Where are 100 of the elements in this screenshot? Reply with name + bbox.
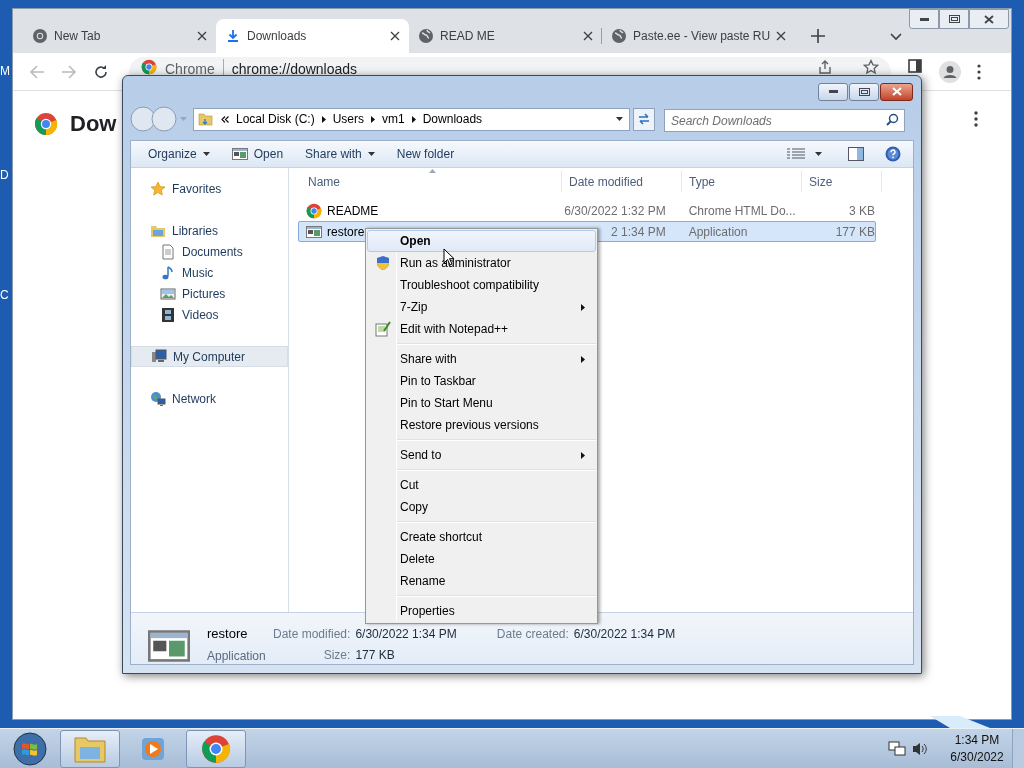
toolbar-button[interactable]: Organize [142, 143, 216, 165]
refresh-button[interactable] [633, 107, 655, 131]
caret-icon [815, 152, 822, 156]
chevrons-icon [221, 115, 229, 123]
star-outline-icon[interactable] [863, 59, 879, 75]
network-icon[interactable] [888, 740, 906, 757]
tab-title: READ ME [440, 28, 496, 45]
tab-title: Downloads [247, 28, 308, 45]
close-icon[interactable] [583, 31, 593, 41]
column-header[interactable]: Type [682, 171, 802, 192]
details-label: Date created: [496, 626, 569, 643]
breadcrumb-item[interactable]: Downloads [422, 110, 483, 128]
tab-title: Paste.ee - View paste RU [633, 28, 770, 45]
menu-item[interactable]: Rename [367, 570, 596, 592]
close-button[interactable] [969, 9, 1009, 29]
volume-icon[interactable] [912, 740, 928, 757]
details-label: Size: [323, 648, 351, 662]
toolbar-button[interactable]: New folder [390, 143, 461, 165]
browser-tab[interactable]: READ ME [409, 19, 602, 53]
close-button[interactable] [880, 82, 913, 101]
site-label: Chrome [165, 60, 215, 79]
help-icon[interactable] [885, 146, 901, 162]
music-note-icon [160, 264, 176, 281]
preview-pane-icon[interactable] [848, 147, 864, 161]
chrome-file-icon [306, 202, 322, 219]
column-header[interactable]: Name [301, 171, 562, 192]
menu-item[interactable]: Pin to Taskbar [367, 370, 596, 392]
nav-item[interactable]: Libraries [131, 220, 288, 241]
details-value: 177 KB [355, 647, 396, 664]
breadcrumb-item[interactable]: Local Disk (C:) [236, 110, 315, 128]
close-icon [984, 14, 994, 24]
menu-item[interactable]: Share with [367, 348, 596, 370]
toolbar-button[interactable]: Open [225, 143, 290, 165]
clock[interactable]: 1:34 PM 6/30/2022 [942, 731, 1012, 766]
more-menu-icon[interactable] [977, 63, 981, 80]
details-label: Date modified: [273, 627, 351, 641]
menu-item[interactable]: Edit with Notepad++ [367, 318, 596, 340]
close-icon[interactable] [197, 31, 207, 41]
side-panel-icon[interactable] [907, 58, 923, 74]
menu-item[interactable]: Restore previous versions [367, 414, 596, 436]
search-field[interactable]: Search Downloads [664, 109, 905, 132]
file-date: 2 1:34 PM [611, 224, 666, 239]
details-kind: Application [207, 647, 267, 664]
column-header[interactable]: Size [802, 171, 882, 192]
nav-item[interactable]: Network [131, 388, 288, 409]
more-menu-icon[interactable] [974, 111, 978, 127]
nav-item[interactable]: Videos [131, 304, 288, 325]
close-icon[interactable] [776, 31, 786, 41]
menu-item[interactable]: Copy [367, 496, 596, 518]
menu-item[interactable]: Cut [367, 474, 596, 496]
menu-item[interactable]: Open [367, 230, 596, 252]
notepad-icon [374, 321, 391, 337]
file-type: Chrome HTML Do... [688, 203, 796, 218]
minimize-icon [828, 90, 838, 93]
nav-item[interactable]: Favorites [131, 178, 288, 199]
reload-icon[interactable] [93, 63, 109, 80]
maximize-button[interactable] [939, 9, 969, 29]
film-icon [160, 306, 176, 323]
nav-item[interactable]: My Computer [131, 346, 288, 367]
menu-item[interactable]: Troubleshoot compatibility [367, 274, 596, 296]
minimize-button[interactable] [909, 9, 939, 29]
menu-item[interactable]: Pin to Start Menu [367, 392, 596, 414]
address-field[interactable]: Local Disk (C:) Users vm1 Downloads [193, 107, 630, 131]
document-icon [160, 243, 176, 260]
nav-item[interactable]: Pictures [131, 283, 288, 304]
browser-tab[interactable]: Paste.ee - View paste RU [602, 19, 795, 53]
share-icon[interactable] [817, 59, 833, 75]
column-header[interactable]: Date modified [562, 171, 682, 192]
details-value: 6/30/2022 1:34 PM [355, 626, 457, 643]
caret-icon [367, 152, 375, 156]
menu-item[interactable]: Delete [367, 548, 596, 570]
menu-item[interactable]: Create shortcut [367, 526, 596, 548]
browser-tab[interactable]: Downloads [216, 19, 409, 53]
tab-title: New Tab [54, 28, 102, 45]
breadcrumb-item[interactable]: Users [332, 110, 365, 128]
menu-item[interactable]: Properties [367, 600, 596, 622]
toolbar-button[interactable]: Share with [299, 143, 381, 165]
application-icon [306, 223, 322, 240]
minimize-button[interactable] [818, 82, 848, 101]
start-button-icon[interactable] [13, 731, 47, 766]
browser-tab[interactable]: New Tab [23, 19, 216, 53]
application-icon [231, 146, 248, 162]
profile-avatar-icon[interactable] [939, 60, 961, 83]
close-icon[interactable] [390, 31, 400, 41]
menu-item[interactable]: Send to [367, 444, 596, 466]
chevron-down-icon[interactable] [890, 33, 902, 41]
new-tab-plus-icon[interactable] [811, 29, 825, 43]
nav-item[interactable]: Music [131, 262, 288, 283]
taskbar-button[interactable] [186, 729, 246, 768]
nav-item[interactable]: Documents [131, 241, 288, 262]
file-row[interactable]: README 6/30/2022 1:32 PM Chrome HTML Do... 3 KB [298, 200, 876, 221]
taskbar-button[interactable] [60, 729, 120, 768]
breadcrumb-item[interactable]: vm1 [382, 110, 405, 128]
folder-icon [198, 111, 214, 127]
menu-item[interactable]: 7-Zip [367, 296, 596, 318]
dropdown-caret-icon [616, 117, 623, 121]
refresh-icon [637, 112, 651, 126]
desktop-icon-label: M [0, 64, 10, 78]
maximize-button[interactable] [849, 82, 879, 101]
details-value: 6/30/2022 1:34 PM [573, 626, 676, 643]
